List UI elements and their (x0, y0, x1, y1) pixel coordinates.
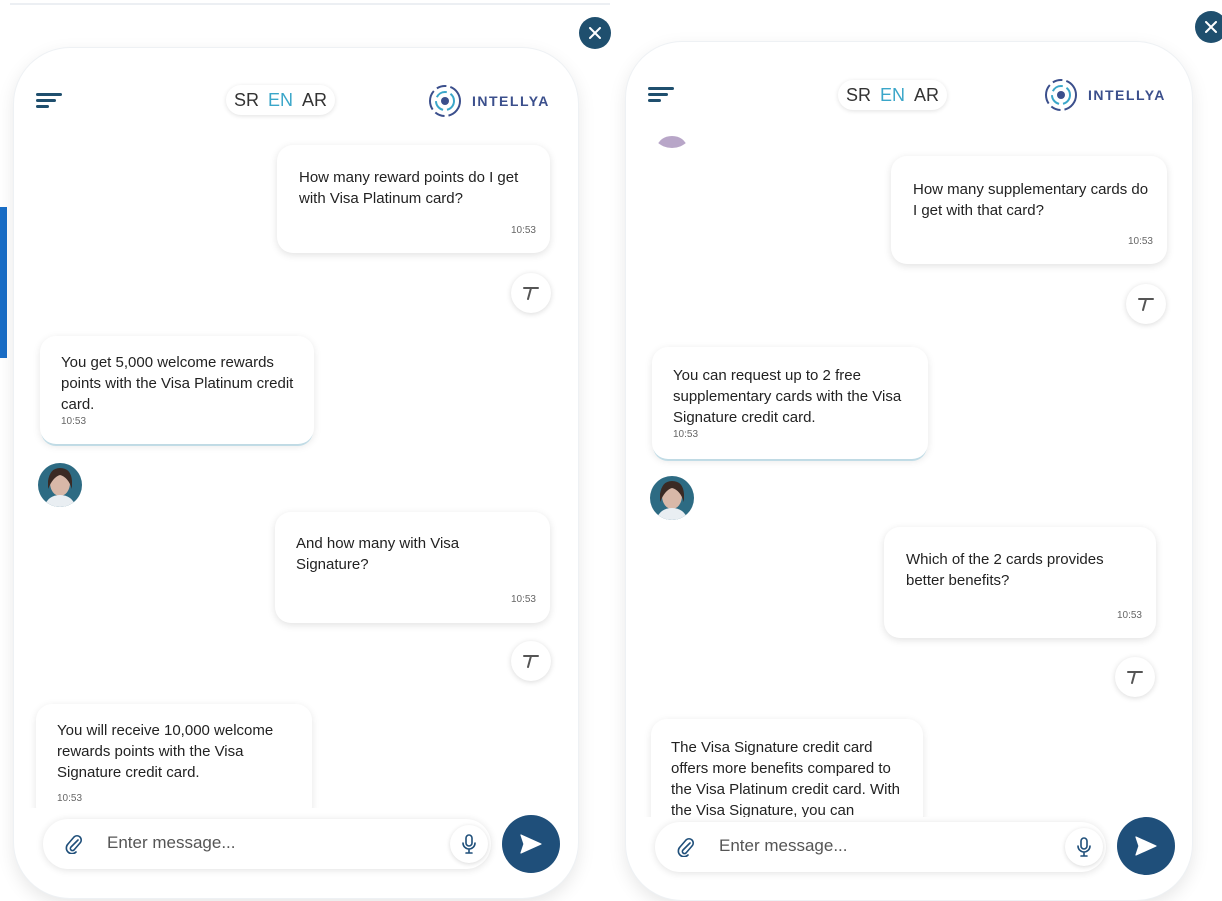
lang-ar[interactable]: AR (914, 85, 939, 106)
bot-avatar (38, 463, 82, 507)
chat-header: SR EN AR INTELLYA (14, 48, 578, 138)
text-to-speech-icon (523, 655, 539, 668)
menu-icon[interactable] (648, 87, 674, 103)
chat-widget-right: SR EN AR INTELLYA How many supplementary… (626, 42, 1192, 900)
brand-logo: INTELLYA (428, 84, 550, 118)
side-accent-bar (0, 207, 7, 358)
microphone-icon (1077, 837, 1091, 857)
message-text: And how many with Visa Signature? (296, 535, 460, 573)
message-text: You can request up to 2 free supplementa… (673, 367, 902, 426)
close-icon (1205, 21, 1217, 33)
microphone-icon (462, 834, 476, 854)
message-time: 10:53 (57, 793, 83, 804)
brand-logo: INTELLYA (1044, 78, 1166, 112)
mic-button[interactable] (450, 825, 488, 863)
send-icon (520, 834, 542, 854)
text-to-speech-icon (523, 287, 539, 300)
message-text: You get 5,000 welcome rewards points wit… (61, 354, 294, 413)
message-time: 10:53 (510, 594, 536, 605)
message-time: 10:53 (1127, 236, 1153, 247)
bot-message: You get 5,000 welcome rewards points wit… (40, 336, 314, 444)
close-button[interactable] (579, 17, 611, 49)
tts-button[interactable] (511, 273, 551, 313)
close-button[interactable] (1195, 11, 1222, 43)
tts-button[interactable] (1115, 657, 1155, 697)
brand-name: INTELLYA (472, 93, 550, 109)
message-text: You will receive 10,000 welcome rewards … (57, 722, 274, 781)
tts-button[interactable] (511, 641, 551, 681)
message-time: 10:53 (510, 225, 536, 236)
lang-en[interactable]: EN (268, 90, 293, 111)
user-message: How many supplementary cards do I get wi… (891, 156, 1167, 264)
message-text: How many reward points do I get with Vis… (299, 169, 519, 207)
message-list: How many reward points do I get with Vis… (14, 138, 578, 808)
intellya-logo-icon (1045, 79, 1077, 111)
bot-message: You will receive 10,000 welcome rewards … (36, 704, 312, 808)
message-time: 10:53 (673, 429, 699, 440)
message-input-bar (43, 819, 491, 869)
message-text: Which of the 2 cards provides better ben… (906, 551, 1104, 589)
message-input[interactable] (717, 835, 1051, 857)
bot-avatar (650, 476, 694, 520)
bot-message: You can request up to 2 free supplementa… (652, 347, 928, 459)
send-button[interactable] (1117, 817, 1175, 875)
message-time: 10:53 (1116, 610, 1142, 621)
message-time: 10:53 (61, 416, 87, 427)
user-message: Which of the 2 cards provides better ben… (884, 527, 1156, 638)
message-input[interactable] (105, 832, 439, 854)
message-input-bar (655, 822, 1106, 872)
mic-button[interactable] (1065, 828, 1103, 866)
lang-ar[interactable]: AR (302, 90, 327, 111)
language-switcher: SR EN AR (226, 85, 336, 115)
chat-header: SR EN AR INTELLYA (626, 42, 1192, 132)
message-list: How many supplementary cards do I get wi… (626, 134, 1192, 817)
text-to-speech-icon (1127, 671, 1143, 684)
brand-name: INTELLYA (1088, 87, 1166, 103)
bot-avatar-partial (650, 134, 694, 148)
close-icon (589, 27, 601, 39)
bot-message: The Visa Signature credit card offers mo… (651, 719, 923, 817)
user-message: And how many with Visa Signature? 10:53 (275, 512, 550, 623)
send-icon (1135, 836, 1157, 856)
send-button[interactable] (502, 815, 560, 873)
lang-en[interactable]: EN (880, 85, 905, 106)
message-text: How many supplementary cards do I get wi… (913, 181, 1149, 219)
paperclip-icon[interactable] (64, 834, 84, 854)
language-switcher: SR EN AR (838, 80, 948, 110)
lang-sr[interactable]: SR (234, 90, 259, 111)
lang-sr[interactable]: SR (846, 85, 871, 106)
tts-button[interactable] (1126, 284, 1166, 324)
text-to-speech-icon (1138, 298, 1154, 311)
chat-widget-left: SR EN AR INTELLYA How many reward points… (14, 48, 578, 898)
menu-icon[interactable] (36, 93, 62, 109)
user-message: How many reward points do I get with Vis… (277, 145, 550, 253)
intellya-logo-icon (429, 85, 461, 117)
paperclip-icon[interactable] (676, 837, 696, 857)
top-divider (10, 3, 610, 5)
message-text: The Visa Signature credit card offers mo… (671, 739, 900, 817)
